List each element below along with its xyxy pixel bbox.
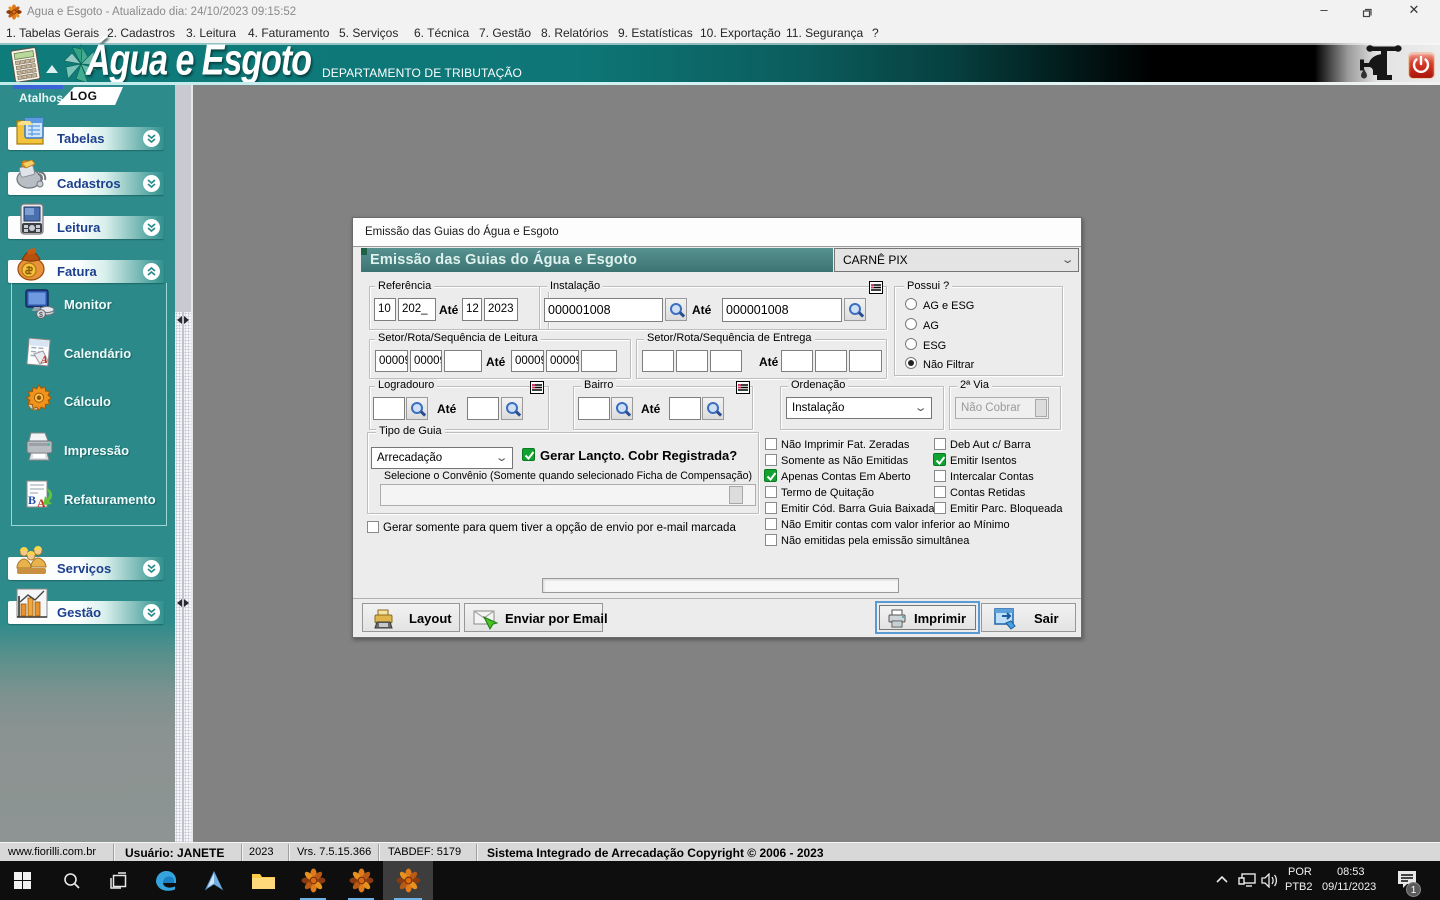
svg-text:B: B xyxy=(28,493,36,507)
svg-text:A: A xyxy=(40,355,48,366)
svg-text:$: $ xyxy=(39,312,43,319)
